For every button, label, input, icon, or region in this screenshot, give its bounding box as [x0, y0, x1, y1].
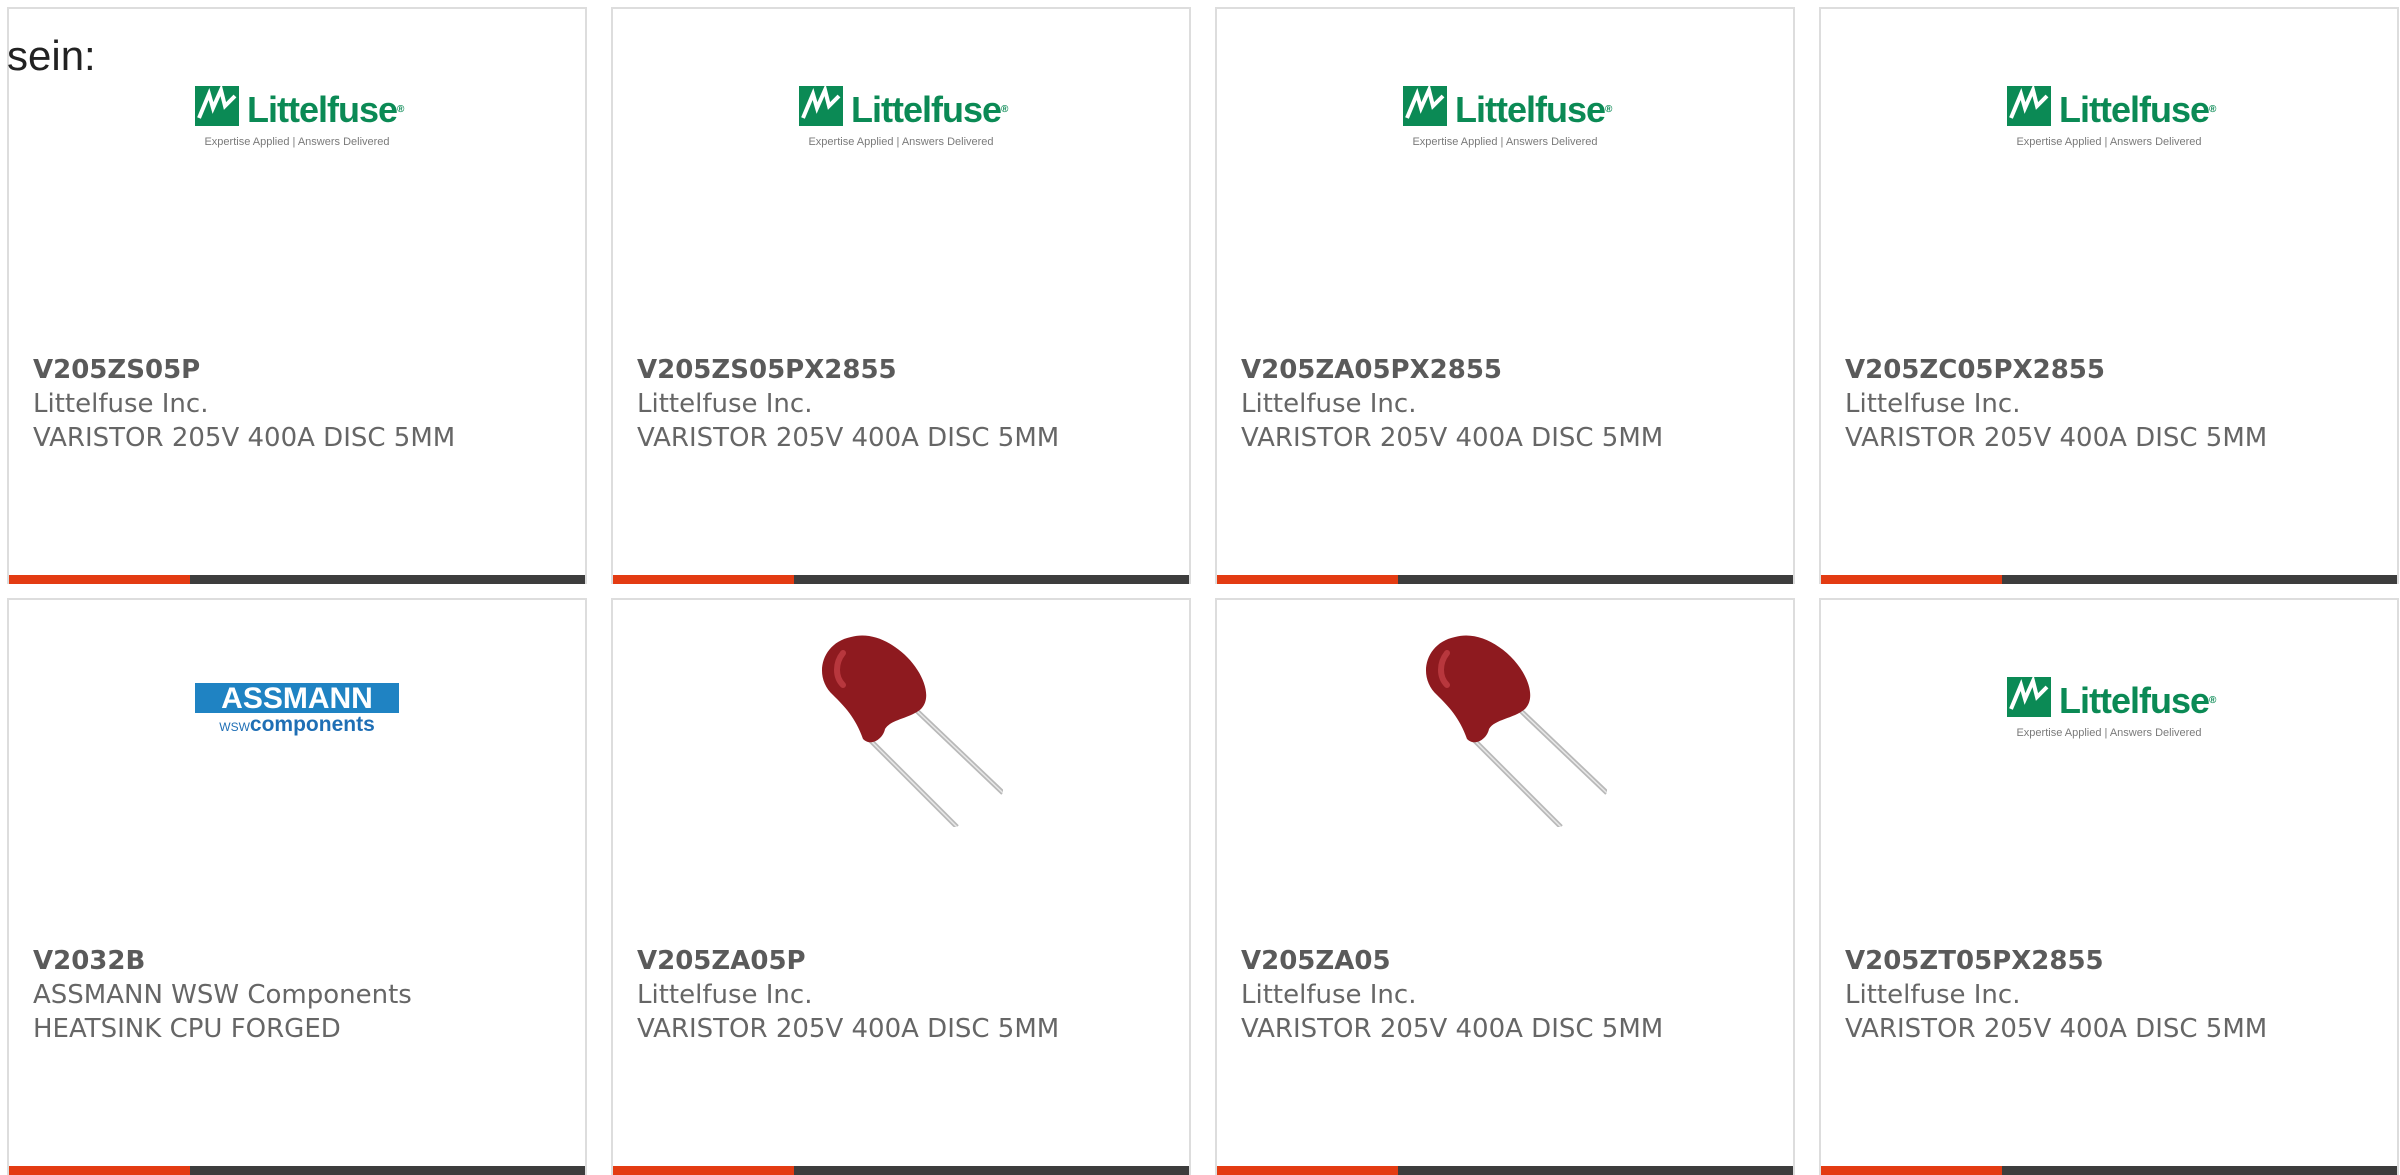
description: VARISTOR 205V 400A DISC 5MM	[637, 1014, 1060, 1044]
card-accent	[1821, 575, 2002, 584]
littelfuse-logo: Littelfuse® Expertise Applied | Answers …	[2007, 677, 2216, 743]
card-bottom-bar	[9, 575, 585, 584]
product-card[interactable]: Littelfuse® Expertise Applied | Answers …	[611, 7, 1191, 584]
manufacturer: ASSMANN WSW Components	[33, 980, 412, 1010]
description: VARISTOR 205V 400A DISC 5MM	[1845, 1014, 2268, 1044]
manufacturer: Littelfuse Inc.	[637, 389, 813, 419]
product-card[interactable]: ASSMANN WSWcomponents V2032B ASSMANN WSW…	[7, 598, 587, 1175]
intro-text: sein:	[7, 32, 96, 79]
littelfuse-mark-icon	[2007, 677, 2051, 717]
littelfuse-tagline: Expertise Applied | Answers Delivered	[1412, 136, 1598, 148]
product-image[interactable]: Littelfuse® Expertise Applied | Answers …	[1821, 69, 2397, 289]
part-number[interactable]: V2032B	[33, 944, 573, 978]
product-card[interactable]: Littelfuse® Expertise Applied | Answers …	[7, 7, 587, 584]
description: VARISTOR 205V 400A DISC 5MM	[1241, 1014, 1664, 1044]
littelfuse-tagline: Expertise Applied | Answers Delivered	[808, 136, 994, 148]
littelfuse-mark-icon	[1403, 86, 1447, 126]
littelfuse-logo: Littelfuse® Expertise Applied | Answers …	[195, 86, 404, 152]
card-accent	[1217, 1166, 1398, 1175]
assmann-wordmark: ASSMANN	[221, 682, 373, 715]
manufacturer: Littelfuse Inc.	[1241, 389, 1417, 419]
product-card[interactable]: V205ZA05P Littelfuse Inc. VARISTOR 205V …	[611, 598, 1191, 1175]
card-bottom-bar	[613, 575, 1189, 584]
product-card[interactable]: Littelfuse® Expertise Applied | Answers …	[1819, 7, 2399, 584]
littelfuse-tagline: Expertise Applied | Answers Delivered	[2016, 727, 2202, 739]
product-grid: Littelfuse® Expertise Applied | Answers …	[7, 7, 2400, 1175]
manufacturer: Littelfuse Inc.	[1241, 980, 1417, 1010]
part-number[interactable]: V205ZS05PX2855	[637, 353, 1177, 387]
description: VARISTOR 205V 400A DISC 5MM	[33, 423, 456, 453]
card-accent	[9, 1166, 190, 1175]
card-bottom-bar	[1821, 575, 2397, 584]
part-number[interactable]: V205ZS05P	[33, 353, 573, 387]
littelfuse-tagline: Expertise Applied | Answers Delivered	[204, 136, 390, 148]
card-bottom-bar	[1217, 575, 1793, 584]
product-card[interactable]: Littelfuse® Expertise Applied | Answers …	[1819, 598, 2399, 1175]
part-number[interactable]: V205ZT05PX2855	[1845, 944, 2385, 978]
part-number[interactable]: V205ZA05P	[637, 944, 1177, 978]
card-bottom-bar	[9, 1166, 585, 1175]
card-bottom-bar	[1217, 1166, 1793, 1175]
manufacturer: Littelfuse Inc.	[33, 389, 209, 419]
littelfuse-wordmark: Littelfuse®	[1455, 89, 1612, 130]
description: VARISTOR 205V 400A DISC 5MM	[637, 423, 1060, 453]
littelfuse-tagline: Expertise Applied | Answers Delivered	[2016, 136, 2202, 148]
littelfuse-wordmark: Littelfuse®	[851, 89, 1008, 130]
part-number[interactable]: V205ZC05PX2855	[1845, 353, 2385, 387]
littelfuse-mark-icon	[195, 86, 239, 126]
part-number[interactable]: V205ZA05PX2855	[1241, 353, 1781, 387]
card-accent	[1217, 575, 1398, 584]
manufacturer: Littelfuse Inc.	[637, 980, 813, 1010]
assmann-logo: ASSMANN WSWcomponents	[195, 683, 399, 737]
card-accent	[9, 575, 190, 584]
manufacturer: Littelfuse Inc.	[1845, 389, 2021, 419]
manufacturer: Littelfuse Inc.	[1845, 980, 2021, 1010]
card-accent	[613, 1166, 794, 1175]
card-bottom-bar	[1821, 1166, 2397, 1175]
product-image[interactable]	[1217, 623, 1793, 880]
card-accent	[1821, 1166, 2002, 1175]
product-card[interactable]: Littelfuse® Expertise Applied | Answers …	[1215, 7, 1795, 584]
littelfuse-wordmark: Littelfuse®	[2059, 680, 2216, 721]
card-accent	[613, 575, 794, 584]
description: VARISTOR 205V 400A DISC 5MM	[1845, 423, 2268, 453]
product-image[interactable]: Littelfuse® Expertise Applied | Answers …	[9, 69, 585, 289]
littelfuse-mark-icon	[2007, 86, 2051, 126]
part-number[interactable]: V205ZA05	[1241, 944, 1781, 978]
product-image[interactable]: Littelfuse® Expertise Applied | Answers …	[1821, 660, 2397, 880]
product-image[interactable]: ASSMANN WSWcomponents	[9, 660, 585, 880]
product-card[interactable]: V205ZA05 Littelfuse Inc. VARISTOR 205V 4…	[1215, 598, 1795, 1175]
littelfuse-logo: Littelfuse® Expertise Applied | Answers …	[1403, 86, 1612, 152]
assmann-subline: WSWcomponents	[195, 713, 399, 737]
varistor-photo	[1403, 623, 1607, 827]
description: VARISTOR 205V 400A DISC 5MM	[1241, 423, 1664, 453]
littelfuse-wordmark: Littelfuse®	[2059, 89, 2216, 130]
product-image[interactable]: Littelfuse® Expertise Applied | Answers …	[613, 69, 1189, 289]
littelfuse-wordmark: Littelfuse®	[247, 89, 404, 130]
description: HEATSINK CPU FORGED	[33, 1014, 341, 1044]
littelfuse-mark-icon	[799, 86, 843, 126]
card-bottom-bar	[613, 1166, 1189, 1175]
varistor-photo	[799, 623, 1003, 827]
product-image[interactable]: Littelfuse® Expertise Applied | Answers …	[1217, 69, 1793, 289]
littelfuse-logo: Littelfuse® Expertise Applied | Answers …	[2007, 86, 2216, 152]
product-image[interactable]	[613, 623, 1189, 880]
littelfuse-logo: Littelfuse® Expertise Applied | Answers …	[799, 86, 1008, 152]
